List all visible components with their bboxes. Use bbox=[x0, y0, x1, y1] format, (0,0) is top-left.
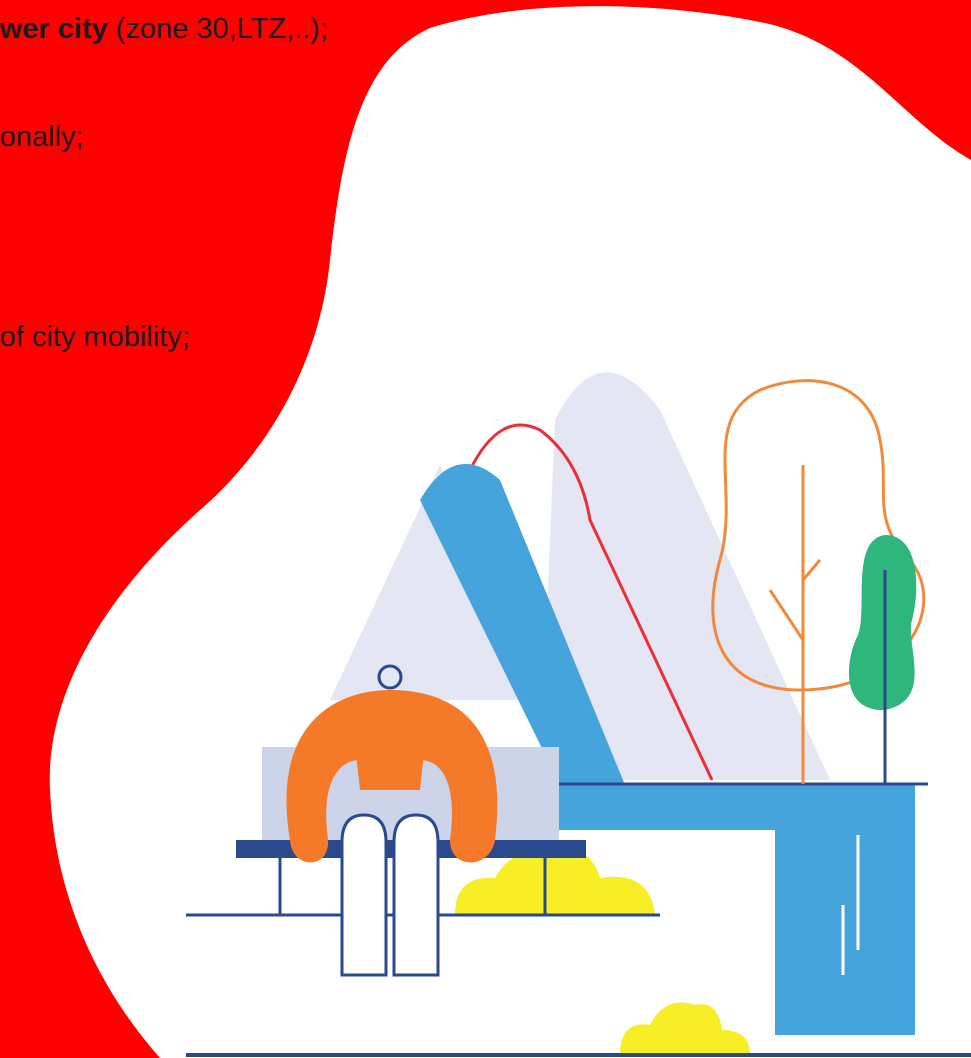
policy-line-city-mobility: of city mobility; bbox=[0, 321, 191, 353]
policy-line-rest-text: (zone 30,LTZ,..); bbox=[108, 13, 329, 45]
slide-canvas: wer city (zone 30,LTZ,..); onally; of ci… bbox=[0, 0, 971, 1058]
person-body-icon bbox=[350, 700, 430, 790]
policy-line-lower-city: wer city (zone 30,LTZ,..); bbox=[0, 12, 328, 46]
background-illustration bbox=[0, 0, 971, 1058]
policy-line-bold-text: wer city bbox=[0, 13, 108, 45]
blue-waterfall bbox=[775, 785, 915, 1035]
policy-line-personally: onally; bbox=[0, 121, 84, 153]
